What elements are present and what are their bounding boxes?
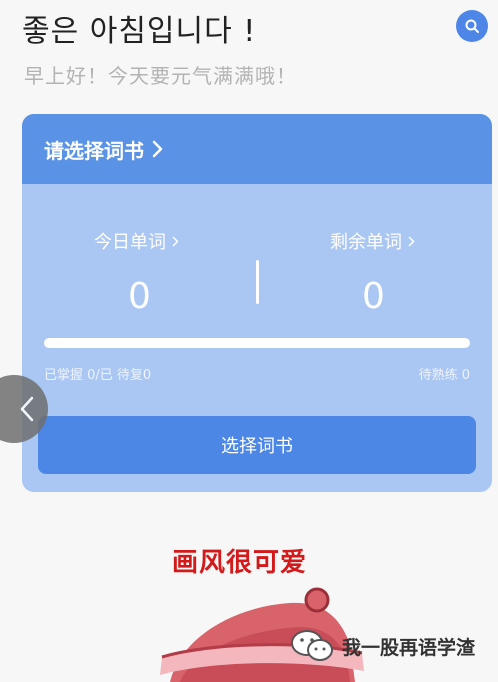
remaining-words-link[interactable]: 剩余单词 <box>330 228 415 254</box>
stats-divider <box>256 260 259 304</box>
pending-note: 待熟练 0 <box>418 368 470 383</box>
select-wordbook-header[interactable]: 请选择词书 <box>22 114 492 184</box>
wordbook-card: 请选择词书 今日单词 0 剩余单词 0 已掌握 0/已 待复0 待熟练 0 选择… <box>22 114 492 492</box>
today-words-value: 0 <box>128 276 151 317</box>
chevron-right-icon <box>408 235 415 247</box>
today-words-label: 今日单词 <box>94 232 166 253</box>
select-wordbook-label: 请选择词书 <box>44 138 144 163</box>
caption-text: 画风很可爱 <box>172 548 308 578</box>
account-name: 我一股再语学渣 <box>342 636 476 659</box>
search-button[interactable] <box>456 10 488 42</box>
remaining-words-label: 剩余单词 <box>330 232 402 253</box>
mastered-note: 已掌握 0/已 待复0 <box>44 368 152 383</box>
today-words-link[interactable]: 今日单词 <box>94 228 179 254</box>
back-arrow-icon <box>20 396 34 422</box>
progress-bar <box>44 338 470 348</box>
greeting-title: 좋은 아침입니다 ! <box>22 14 257 49</box>
remaining-words-value: 0 <box>362 276 385 317</box>
wechat-icon <box>291 630 333 661</box>
account-watermark: 我一股再语学渣 <box>290 628 475 664</box>
chevron-right-icon <box>172 235 179 247</box>
greeting-subtitle: 早上好！今天要元气满满哦！ <box>24 64 297 88</box>
chevron-right-icon <box>152 140 164 158</box>
search-icon <box>465 19 479 33</box>
select-wordbook-button[interactable]: 选择词书 <box>38 416 476 474</box>
